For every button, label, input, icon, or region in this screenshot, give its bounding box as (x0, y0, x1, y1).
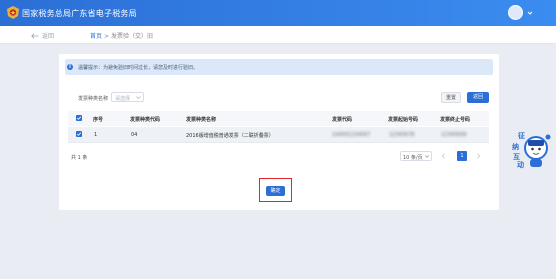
confirm-button[interactable]: 确定 (266, 186, 285, 196)
breadcrumb-home[interactable]: 首页 (90, 33, 102, 40)
page-number-current[interactable]: 1 (457, 151, 467, 161)
back-link[interactable]: 返回 (31, 31, 54, 40)
invoice-type-label: 发票种类名称 (78, 96, 109, 102)
cell-end-number: 12345699 (441, 132, 467, 138)
total-count: 共 1 条 (71, 155, 88, 161)
column-header-type-name: 发票种类名称 (186, 117, 217, 123)
mascot-char-2: 纳 (512, 143, 519, 151)
chevron-down-icon[interactable] (527, 10, 533, 16)
column-header-start-number: 发票起始号码 (388, 117, 419, 123)
select-all-checkbox[interactable] (76, 115, 82, 121)
user-avatar[interactable] (508, 5, 523, 20)
info-icon: i (67, 64, 73, 70)
check-icon (76, 116, 82, 120)
row-checkbox[interactable] (76, 131, 82, 137)
app-title: 国家税务总局广东省电子税务局 (22, 9, 137, 18)
tax-emblem-icon (7, 6, 19, 19)
tip-text: 温馨提示：为避免验旧时间过长，请您及时进行验旧。 (78, 65, 199, 71)
reset-button[interactable]: 重置 (441, 92, 461, 103)
cell-start-number: 12345678 (389, 132, 415, 138)
invoice-type-select-placeholder: 请选择 (115, 96, 131, 102)
cell-index: 1 (94, 132, 98, 138)
column-header-invoice-code: 发票代码 (332, 117, 353, 123)
chevron-right-icon[interactable] (476, 153, 481, 159)
column-header-type-code: 发票种类代码 (130, 117, 161, 123)
arrow-left-icon (31, 33, 39, 38)
back-label: 返回 (42, 33, 55, 40)
chevron-down-icon (425, 155, 429, 158)
chevron-down-icon (136, 96, 141, 99)
column-header-end-number: 发票终止号码 (440, 117, 471, 123)
breadcrumb-separator: > (104, 33, 110, 40)
cell-invoice-code: 144001234567 (332, 132, 371, 138)
cell-type-code: 04 (131, 132, 138, 138)
column-header-index: 序号 (93, 117, 104, 123)
cell-type-name: 2016版增值税普通发票（二联折叠票） (186, 133, 274, 139)
page-size-value: 10 条/页 (403, 155, 423, 161)
sub-nav-bar (0, 26, 556, 44)
mascot-char-4: 动 (517, 161, 524, 169)
mascot-char-1: 征 (518, 132, 525, 140)
breadcrumb: 首页 > 发票验（交）旧 (90, 31, 153, 40)
breadcrumb-current: 发票验（交）旧 (111, 33, 154, 40)
chevron-left-icon[interactable] (441, 153, 446, 159)
check-icon (76, 132, 82, 136)
return-button[interactable]: 返回 (467, 92, 489, 103)
